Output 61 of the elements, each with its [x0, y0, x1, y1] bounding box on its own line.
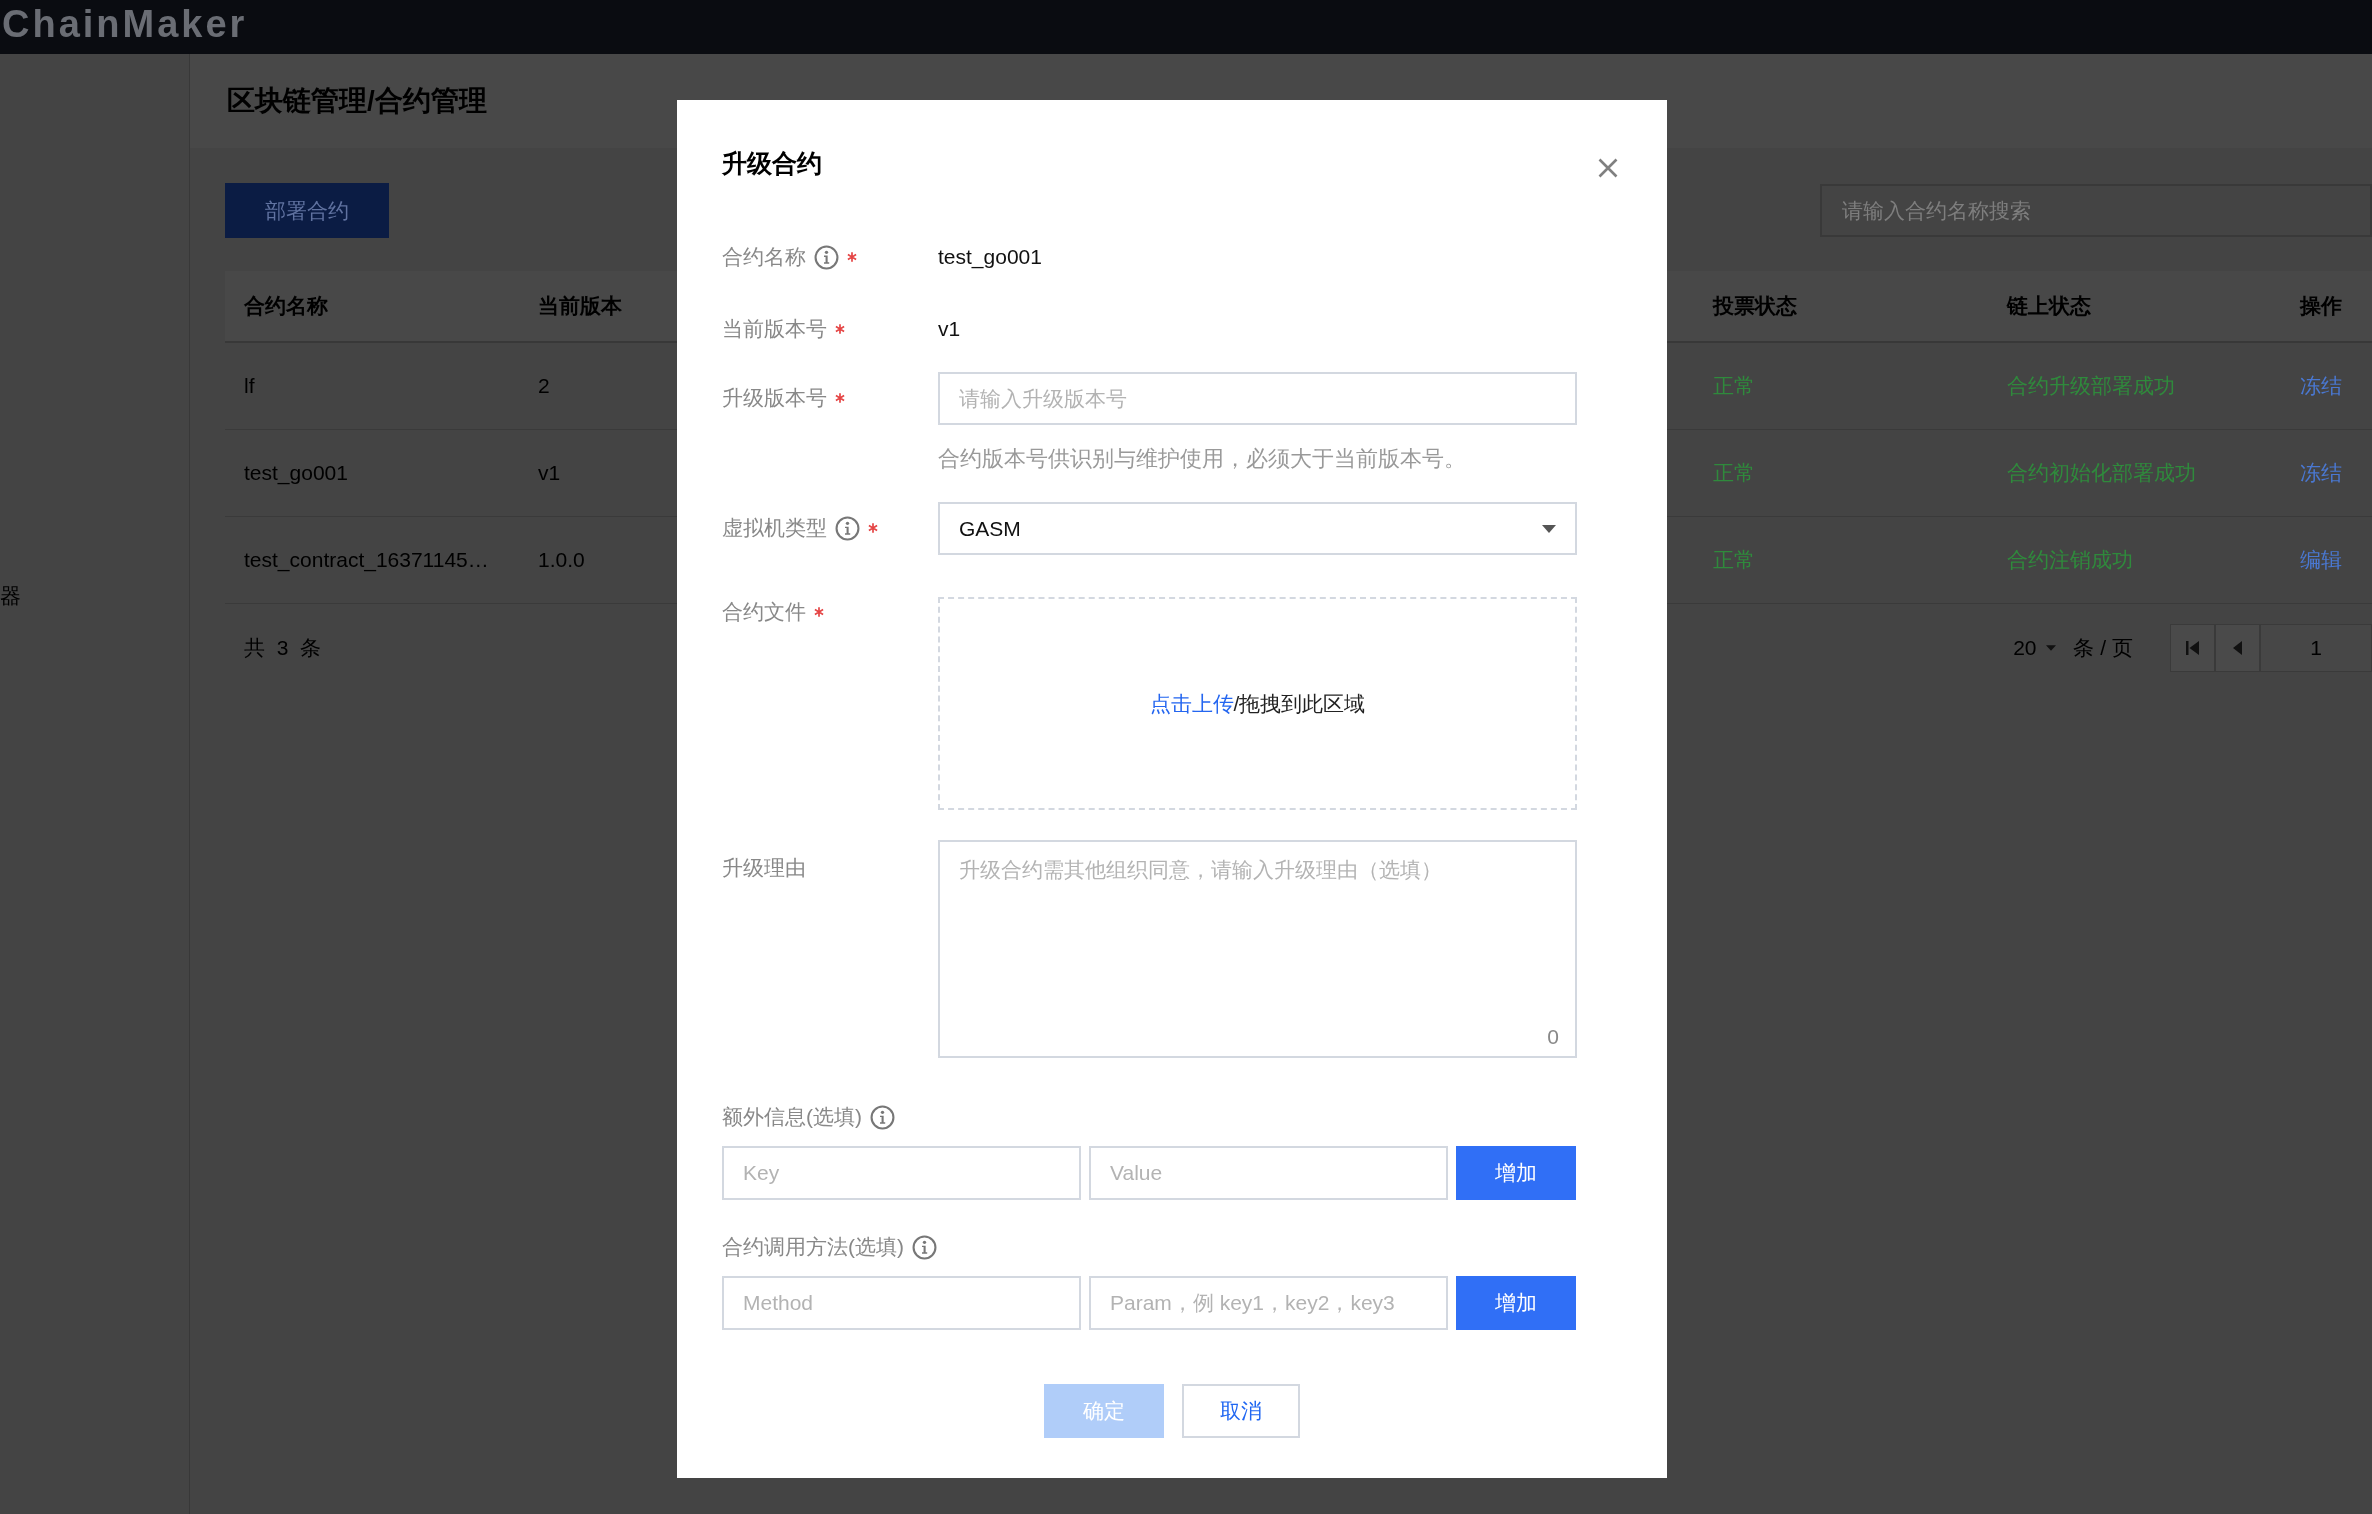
page-size-label: 条 / 页 — [2073, 635, 2133, 661]
deploy-button[interactable]: 部署合约 — [225, 183, 389, 238]
first-page-button[interactable] — [2170, 624, 2215, 672]
column-header: 投票状态 — [1713, 293, 1797, 319]
field-value: test_go001 — [938, 244, 1042, 271]
sidebar-item[interactable]: 器 — [0, 578, 21, 614]
field-label: 升级理由 — [722, 855, 806, 881]
field-label: 合约名称 — [722, 244, 806, 270]
input-field[interactable]: 请输入升级版本号 — [938, 372, 1577, 425]
action-link[interactable]: 冻结 — [2300, 459, 2342, 487]
status-text: 合约初始化部署成功 — [2007, 460, 2196, 486]
status-text: 合约注销成功 — [2007, 547, 2133, 573]
action-link[interactable]: 编辑 — [2300, 546, 2342, 574]
cancel-button[interactable]: 取消 — [1182, 1384, 1300, 1438]
action-link[interactable]: 冻结 — [2300, 372, 2342, 400]
field-label: 升级版本号 — [722, 385, 827, 411]
upload-link[interactable]: 点击上传 — [1149, 691, 1234, 715]
table-cell: lf — [244, 374, 255, 398]
field-label: 合约文件 — [722, 599, 806, 625]
table-cell: 1.0.0 — [538, 548, 585, 572]
dialog-title: 升级合约 — [722, 148, 822, 178]
input-field[interactable]: Param，例 key1，key2，key3 — [1089, 1276, 1448, 1330]
table-cell: 2 — [538, 374, 550, 398]
field-label: 虚拟机类型 — [722, 515, 827, 541]
input-field[interactable]: Value — [1089, 1146, 1448, 1200]
upload-hint: 点击上传/拖拽到此区域 — [1149, 690, 1366, 717]
help-text: 合约版本号供识别与维护使用，必须大于当前版本号。 — [938, 445, 1466, 473]
logo-text: ChainMaker — [2, 2, 248, 46]
select-field[interactable]: GASM — [938, 502, 1577, 555]
prev-page-button[interactable] — [2215, 624, 2260, 672]
field-value: v1 — [938, 316, 961, 342]
close-icon — [1598, 158, 1618, 178]
page-size-select[interactable]: 20 — [2013, 636, 2057, 660]
caret-down-icon — [2046, 645, 2057, 651]
add-button[interactable]: 增加 — [1456, 1146, 1576, 1200]
field-label: 当前版本号 — [722, 316, 827, 342]
search-field[interactable]: 请输入合约名称搜索 — [1820, 184, 2372, 237]
input-field[interactable]: Key — [722, 1146, 1081, 1200]
field-label: 额外信息(选填) — [722, 1104, 862, 1130]
input-field[interactable]: Method — [722, 1276, 1081, 1330]
table-cell: test_contract_16371145… — [244, 548, 489, 572]
total-count: 共 3 条 — [244, 635, 322, 661]
caret-down-icon — [1542, 524, 1556, 533]
first-page-icon — [2186, 641, 2199, 655]
column-header: 链上状态 — [2007, 293, 2091, 319]
column-header: 合约名称 — [244, 293, 328, 319]
upload-area[interactable]: 点击上传/拖拽到此区域 — [938, 597, 1577, 810]
caret-left-icon — [2233, 641, 2242, 655]
add-button[interactable]: 增加 — [1456, 1276, 1576, 1330]
char-counter: 0 — [1547, 1024, 1559, 1050]
column-header: 当前版本 — [538, 293, 622, 319]
column-header: 操作 — [2300, 293, 2342, 319]
page-input[interactable]: 1 — [2260, 624, 2372, 672]
table-cell: test_go001 — [244, 461, 348, 485]
field-label: 合约调用方法(选填) — [722, 1234, 904, 1260]
page-title: 区块链管理/合约管理 — [227, 84, 487, 118]
status-text: 正常 — [1713, 460, 1755, 486]
status-text: 合约升级部署成功 — [2007, 373, 2175, 399]
status-text: 正常 — [1713, 373, 1755, 399]
table-cell: v1 — [538, 461, 561, 485]
status-text: 正常 — [1713, 547, 1755, 573]
